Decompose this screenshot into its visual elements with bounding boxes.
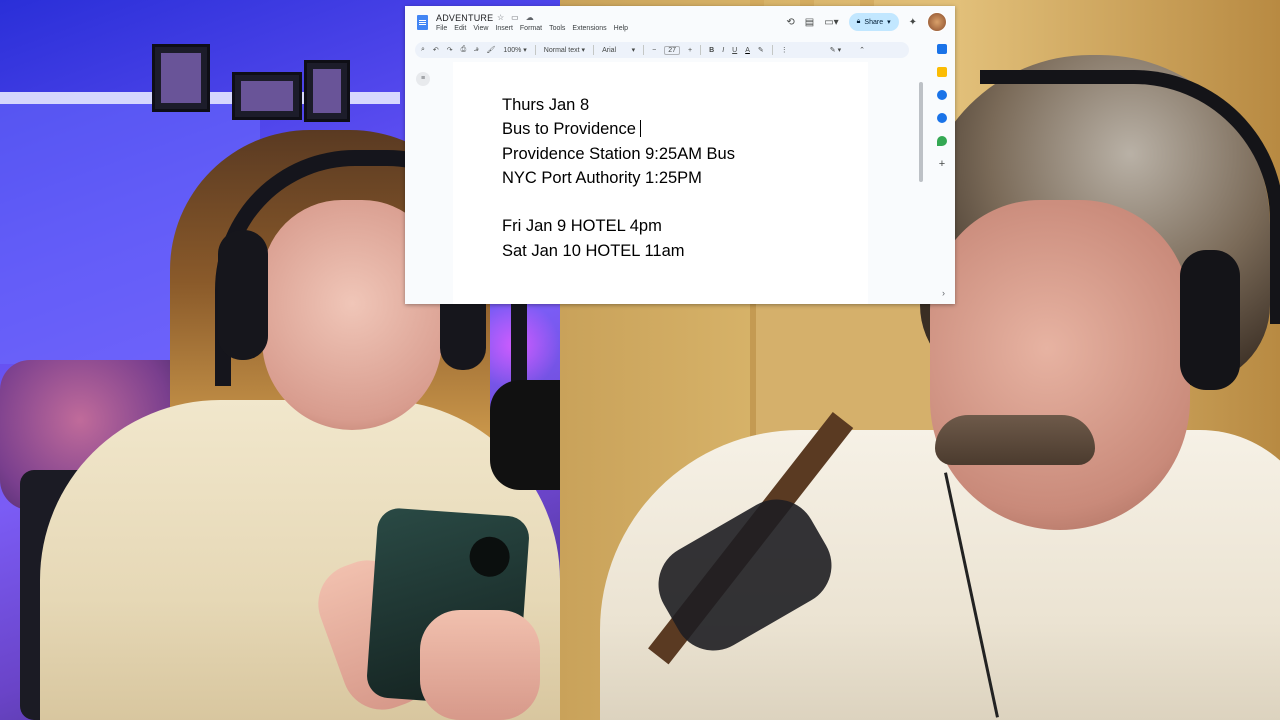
menu-tools[interactable]: Tools <box>549 25 565 32</box>
font-select[interactable]: Arial ▾ <box>602 46 635 54</box>
document-title[interactable]: ADVENTURE <box>436 13 493 23</box>
paragraph-style-select[interactable]: Normal text ▾ <box>544 46 585 54</box>
avatar[interactable] <box>927 12 947 32</box>
lock-icon: 🔒︎ <box>856 18 861 25</box>
maps-icon[interactable] <box>937 136 947 146</box>
search-icon[interactable]: ⌕ <box>421 46 425 54</box>
formatting-toolbar: ⌕ ↶ ↷ ⎙ ꭿ 🖌︎ 100% ▾ Normal text ▾ Arial … <box>415 42 909 58</box>
doc-line[interactable]: Sat Jan 10 HOTEL 11am <box>502 239 735 263</box>
doc-line[interactable]: Bus to Providence <box>502 117 735 141</box>
share-button[interactable]: 🔒︎ Share ▾ <box>848 13 899 31</box>
history-icon[interactable]: ⟲ <box>786 17 794 28</box>
italic-button[interactable]: I <box>722 47 724 54</box>
zoom-select[interactable]: 100% ▾ <box>503 46 526 54</box>
menu-insert[interactable]: Insert <box>495 25 513 32</box>
menu-format[interactable]: Format <box>520 25 542 32</box>
microphone <box>490 380 560 490</box>
menu-extensions[interactable]: Extensions <box>572 25 606 32</box>
bold-button[interactable]: B <box>709 47 714 54</box>
font-size-input[interactable]: 27 <box>664 45 681 55</box>
picture-frame <box>304 60 350 122</box>
doc-line[interactable] <box>502 190 735 214</box>
star-icon[interactable]: ☆ <box>497 13 504 22</box>
gemini-icon[interactable]: ✦ <box>909 17 917 28</box>
google-docs-window: ADVENTURE ☆ ▭ ☁ File Edit View Insert Fo… <box>405 6 955 304</box>
picture-frame <box>152 44 210 112</box>
collapse-menus-icon[interactable]: ⌃ <box>859 46 865 54</box>
vertical-scrollbar[interactable] <box>919 82 923 182</box>
doc-line[interactable]: Thurs Jan 8 <box>502 93 735 117</box>
document-page[interactable]: Thurs Jan 8 Bus to Providence Providence… <box>453 62 868 304</box>
chevron-down-icon[interactable]: ▾ <box>887 18 891 26</box>
add-addon-icon[interactable]: + <box>939 159 945 170</box>
paint-format-icon[interactable]: 🖌︎ <box>487 46 496 54</box>
text-cursor <box>639 120 641 138</box>
menu-help[interactable]: Help <box>614 25 628 32</box>
menu-edit[interactable]: Edit <box>454 25 466 32</box>
print-icon[interactable]: ⎙ <box>461 46 467 54</box>
doc-line[interactable]: Providence Station 9:25AM Bus <box>502 142 735 166</box>
video-call-icon[interactable]: ▭▾ <box>824 17 838 28</box>
highlight-icon[interactable]: ✎ <box>758 46 764 54</box>
menu-bar: File Edit View Insert Format Tools Exten… <box>436 25 628 32</box>
doc-line[interactable]: Fri Jan 9 HOTEL 4pm <box>502 214 735 238</box>
more-options-icon[interactable]: ⋮ <box>781 46 788 54</box>
spellcheck-icon[interactable]: ꭿ <box>474 46 478 54</box>
contacts-icon[interactable] <box>937 113 947 123</box>
expand-panel-icon[interactable]: › <box>942 288 945 298</box>
edit-mode-icon[interactable]: ✎ ▾ <box>830 46 841 54</box>
docs-logo-icon[interactable] <box>417 15 428 30</box>
decrease-font-size-button[interactable]: − <box>652 47 656 54</box>
text-color-button[interactable]: A <box>745 47 750 54</box>
share-label: Share <box>864 18 884 26</box>
document-outline-icon[interactable]: ≡ <box>416 72 430 86</box>
doc-line[interactable]: NYC Port Authority 1:25PM <box>502 166 735 190</box>
redo-icon[interactable]: ↷ <box>447 46 453 54</box>
document-body[interactable]: Thurs Jan 8 Bus to Providence Providence… <box>502 93 735 263</box>
folder-move-icon[interactable]: ▭ <box>511 13 519 22</box>
increase-font-size-button[interactable]: + <box>688 47 692 54</box>
menu-file[interactable]: File <box>436 25 447 32</box>
comments-icon[interactable]: ▤ <box>805 17 814 28</box>
sheets-icon[interactable] <box>937 44 947 54</box>
keep-icon[interactable] <box>937 67 947 77</box>
cloud-saved-icon[interactable]: ☁ <box>526 13 534 22</box>
tasks-icon[interactable] <box>937 90 947 100</box>
docs-header: ADVENTURE ☆ ▭ ☁ File Edit View Insert Fo… <box>405 6 955 40</box>
picture-frame <box>232 72 302 120</box>
underline-button[interactable]: U <box>732 47 737 54</box>
menu-view[interactable]: View <box>473 25 488 32</box>
undo-icon[interactable]: ↶ <box>433 46 439 54</box>
side-panel: + <box>929 40 955 304</box>
